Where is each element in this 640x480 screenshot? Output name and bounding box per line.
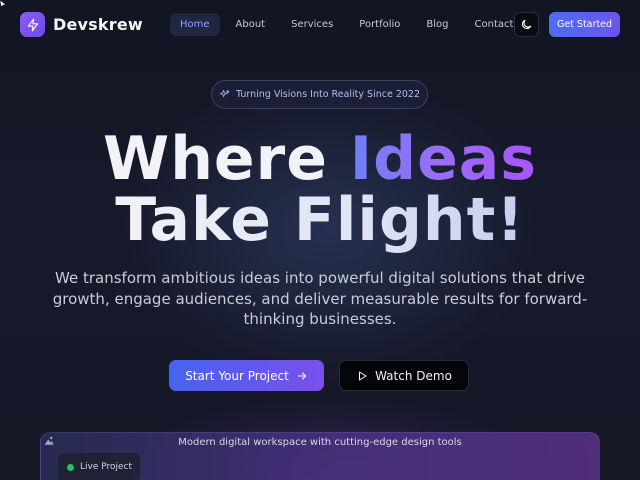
nav-link-home[interactable]: Home	[170, 13, 220, 36]
headline-word-where: Where	[103, 124, 328, 194]
brand[interactable]: Devskrew	[20, 12, 143, 37]
hero-headline-line1: Where Ideas	[0, 124, 640, 194]
nav-link-about[interactable]: About	[226, 13, 276, 36]
headline-take-flight: Take Flight!	[115, 185, 525, 255]
live-project-label: Live Project	[80, 462, 133, 472]
arrow-right-icon	[297, 371, 306, 380]
sparkles-icon	[219, 89, 230, 98]
nav-link-portfolio[interactable]: Portfolio	[349, 13, 410, 36]
start-project-button[interactable]: Start Your Project	[169, 360, 324, 391]
theme-toggle-button[interactable]	[514, 12, 539, 37]
play-icon	[359, 371, 367, 380]
hero-headline-line2: Take Flight!	[0, 185, 640, 255]
watch-demo-button[interactable]: Watch Demo	[339, 360, 469, 391]
watch-demo-label: Watch Demo	[375, 368, 452, 383]
preview-caption: Modern digital workspace with cutting-ed…	[178, 437, 462, 448]
moon-icon	[521, 19, 532, 30]
hero-subtitle: We transform ambitious ideas into powerf…	[52, 269, 588, 328]
start-project-label: Start Your Project	[185, 368, 289, 383]
workspace-preview: Modern digital workspace with cutting-ed…	[40, 432, 600, 480]
tagline-text: Turning Visions Into Reality Since 2022	[236, 89, 420, 100]
get-started-button[interactable]: Get Started	[549, 12, 620, 37]
tagline-badge: Turning Visions Into Reality Since 2022	[211, 80, 428, 109]
top-navbar: Devskrew Home About Services Portfolio B…	[0, 0, 640, 50]
brand-name: Devskrew	[53, 15, 143, 34]
nav-link-services[interactable]: Services	[281, 13, 343, 36]
lightning-icon	[20, 12, 45, 37]
status-dot-icon	[67, 463, 74, 471]
nav-links: Home About Services Portfolio Blog Conta…	[170, 13, 529, 36]
live-project-badge: Live Project	[58, 453, 140, 480]
headline-word-ideas: Ideas	[349, 124, 537, 194]
nav-link-blog[interactable]: Blog	[416, 13, 458, 36]
